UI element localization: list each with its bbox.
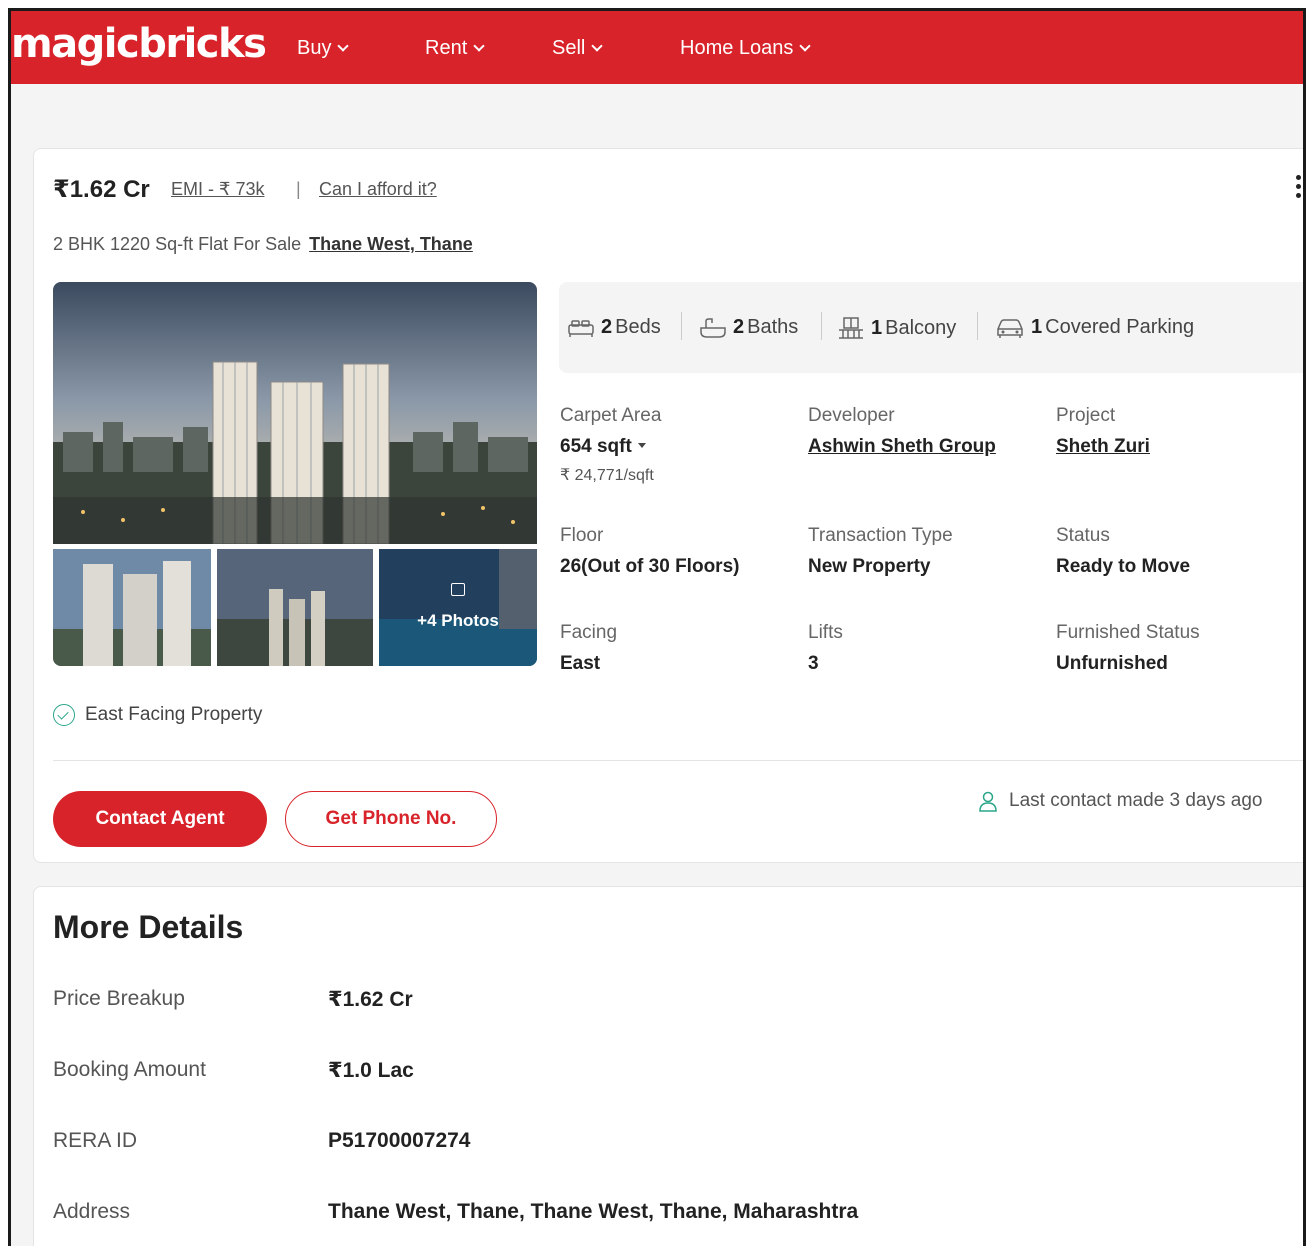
carpet-area-label: Carpet Area: [560, 405, 662, 426]
last-contact-text: Last contact made 3 days ago: [1009, 790, 1263, 811]
nav-sell[interactable]: Sell: [552, 37, 604, 60]
nav-buy-label: Buy: [297, 37, 332, 59]
gallery-icon: [451, 583, 465, 596]
facing-value: East: [560, 653, 601, 674]
balcony-icon: [839, 317, 863, 339]
amenity-label: Balcony: [885, 316, 957, 339]
property-title: 2 BHK 1220 Sq-ft Flat For Sale: [53, 234, 302, 254]
divider: [681, 312, 682, 340]
property-card: ₹1.62 Cr EMI - ₹ 73k | Can I afford it? …: [33, 148, 1303, 863]
rera-id-value: P51700007274: [328, 1129, 471, 1152]
car-icon: [997, 318, 1023, 338]
divider: [53, 760, 1303, 761]
amenity-balcony: 1 Balcony: [837, 316, 956, 340]
amenity-baths: 2 Baths: [699, 316, 798, 339]
amenity-count: 1: [1031, 316, 1043, 338]
location-link[interactable]: Thane West, Thane: [309, 234, 473, 254]
property-thumbnail[interactable]: [53, 549, 211, 666]
caret-down-icon: [637, 443, 646, 448]
feature-tag-label: East Facing Property: [85, 704, 263, 725]
price-breakup-label: Price Breakup: [53, 987, 185, 1010]
nav-rent-label: Rent: [425, 37, 468, 59]
more-photos-thumbnail[interactable]: +4 Photos: [379, 549, 537, 666]
price-per-sqft: ₹ 24,771/sqft: [560, 467, 654, 484]
furnished-status-value: Unfurnished: [1056, 653, 1168, 674]
developer-link[interactable]: Ashwin Sheth Group: [808, 436, 996, 458]
carpet-area-value[interactable]: 654 sqft: [560, 436, 646, 458]
furnished-status-label: Furnished Status: [1056, 622, 1200, 643]
chevron-down-icon: [473, 40, 485, 52]
amenities-bar: 2 Beds 2 Baths 1 Balcony 1 Covered Parking: [559, 282, 1303, 373]
facing-label: Facing: [560, 622, 618, 643]
status-value: Ready to Move: [1056, 556, 1191, 577]
property-thumbnail[interactable]: [217, 549, 373, 666]
chevron-down-icon: [591, 40, 604, 52]
carpet-area-text: 654 sqft: [560, 436, 632, 457]
developer-label: Developer: [808, 405, 895, 426]
emi-link[interactable]: EMI - ₹ 73k: [171, 179, 264, 200]
nav-home-loans-label: Home Loans: [680, 37, 794, 59]
amenity-count: 1: [871, 316, 883, 339]
get-phone-button[interactable]: Get Phone No.: [285, 791, 497, 847]
lifts-value: 3: [808, 653, 819, 674]
more-photos-label: +4 Photos: [417, 611, 499, 630]
browser-frame: magicbricks Buy Rent Sell Home Loans ₹1.…: [8, 8, 1306, 1246]
nav-sell-label: Sell: [552, 37, 586, 59]
more-details-card: More Details Price Breakup ₹1.62 Cr Book…: [33, 886, 1303, 1246]
amenity-count: 2: [733, 316, 745, 338]
chevron-down-icon: [337, 40, 350, 52]
amenity-label: Beds: [615, 316, 661, 338]
feature-tag: East Facing Property: [53, 704, 262, 726]
project-link[interactable]: Sheth Zuri: [1056, 436, 1150, 458]
photos-overlay: +4 Photos: [379, 549, 537, 666]
nav-home-loans[interactable]: Home Loans: [680, 37, 812, 60]
divider: [977, 312, 978, 340]
lifts-label: Lifts: [808, 622, 843, 643]
project-label: Project: [1056, 405, 1116, 426]
price-separator: |: [296, 179, 301, 199]
afford-link[interactable]: Can I afford it?: [319, 179, 437, 200]
property-subtitle: 2 BHK 1220 Sq-ft Flat For Sale Thane West…: [53, 234, 473, 255]
last-contact-info: Last contact made 3 days ago: [977, 790, 1263, 812]
floor-label: Floor: [560, 525, 604, 546]
nav-buy[interactable]: Buy: [297, 37, 350, 60]
amenity-label: Covered Parking: [1045, 316, 1195, 338]
contact-agent-button[interactable]: Contact Agent: [53, 791, 267, 847]
booking-amount-label: Booking Amount: [53, 1058, 206, 1081]
address-label: Address: [53, 1200, 131, 1223]
chevron-down-icon: [799, 40, 812, 52]
booking-amount-value: ₹1.0 Lac: [328, 1059, 414, 1082]
floor-value: 26(Out of 30 Floors): [560, 556, 740, 577]
rera-id-label: RERA ID: [53, 1129, 138, 1152]
more-details-title: More Details: [53, 909, 244, 945]
bed-icon: [568, 319, 594, 337]
nav-rent[interactable]: Rent: [425, 37, 485, 60]
amenity-count: 2: [601, 316, 613, 338]
price-breakup-value: ₹1.62 Cr: [328, 988, 413, 1011]
main-property-photo[interactable]: [53, 282, 537, 544]
address-value: Thane West, Thane, Thane West, Thane, Ma…: [328, 1200, 859, 1223]
transaction-type-label: Transaction Type: [808, 525, 953, 546]
check-circle-icon: [53, 704, 75, 726]
user-icon: [979, 791, 997, 812]
bath-icon: [700, 317, 726, 338]
amenity-label: Baths: [747, 316, 799, 338]
top-nav-bar: magicbricks Buy Rent Sell Home Loans: [11, 11, 1303, 84]
property-price: ₹1.62 Cr: [53, 176, 150, 203]
amenity-beds: 2 Beds: [567, 316, 661, 339]
more-options-icon[interactable]: [1296, 175, 1302, 202]
divider: [821, 312, 822, 340]
amenity-parking: 1 Covered Parking: [995, 316, 1194, 339]
transaction-type-value: New Property: [808, 556, 931, 577]
magicbricks-logo[interactable]: magicbricks: [11, 21, 267, 67]
status-label: Status: [1056, 525, 1110, 546]
